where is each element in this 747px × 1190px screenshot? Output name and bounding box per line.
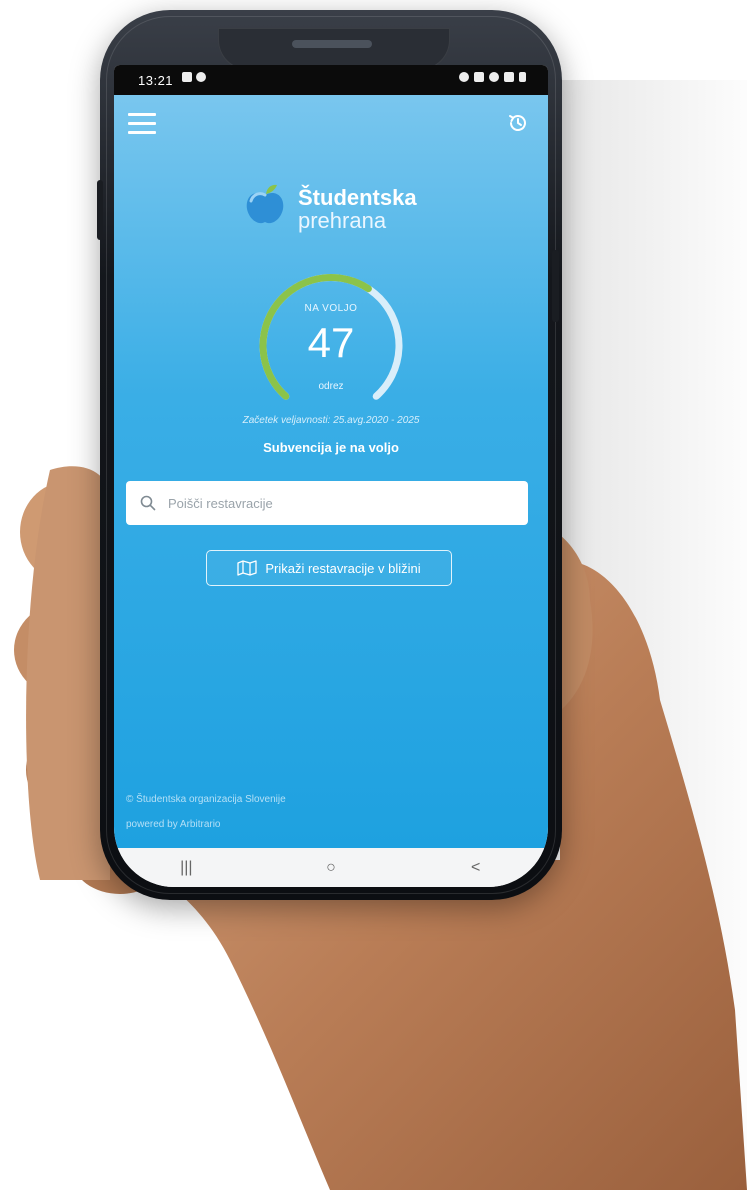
logo-text-line2: prehrana xyxy=(298,208,387,233)
hamburger-menu-icon[interactable] xyxy=(128,113,156,135)
show-nearby-label: Prikaži restavracije v bližini xyxy=(265,560,421,576)
validity-date-text: Začetek veljavnosti: 25.avg.2020 - 2025 xyxy=(242,415,420,426)
gallery-notification-icon xyxy=(182,72,192,82)
history-icon[interactable] xyxy=(506,111,530,135)
android-nav-bar: ||| ○ < xyxy=(114,848,548,887)
footer-powered-by: powered by Arbitrario xyxy=(126,819,221,830)
back-button[interactable]: < xyxy=(456,853,496,883)
apple-logo-icon xyxy=(246,184,284,224)
footer-copyright: © Študentska organizacija Slovenije xyxy=(126,794,286,805)
map-icon xyxy=(237,560,257,576)
gauge-value: 47 xyxy=(307,319,355,366)
status-time: 13:21 xyxy=(138,73,174,88)
power-button xyxy=(552,250,559,322)
recents-button[interactable]: ||| xyxy=(166,853,206,883)
phone-screen: 13:21 Študentska prehrana NA VOLJO 47 od… xyxy=(114,65,548,887)
signal-icon xyxy=(504,72,514,82)
alarm-icon xyxy=(459,72,469,82)
remaining-meals-gauge: NA VOLJO 47 odrez xyxy=(251,267,411,427)
phone-notch xyxy=(218,28,450,70)
show-nearby-restaurants-button[interactable]: Prikaži restavracije v bližini xyxy=(206,550,452,586)
earpiece-speaker xyxy=(292,40,372,48)
gauge-unit: odrez xyxy=(318,381,344,392)
network-icon xyxy=(474,72,484,82)
volume-button xyxy=(97,180,103,240)
status-bar: 13:21 xyxy=(114,65,548,95)
app-notification-icon xyxy=(196,72,206,82)
search-bar[interactable] xyxy=(126,481,528,525)
app-main: Študentska prehrana NA VOLJO 47 odrez Za… xyxy=(114,95,548,848)
battery-icon xyxy=(519,72,526,82)
wifi-icon xyxy=(489,72,499,82)
app-logo: Študentska prehrana xyxy=(242,175,442,235)
home-button[interactable]: ○ xyxy=(311,853,351,883)
search-icon xyxy=(140,495,156,511)
gauge-label-available: NA VOLJO xyxy=(304,303,358,314)
subsidy-status-text: Subvencija je na voljo xyxy=(263,440,399,455)
search-input[interactable] xyxy=(166,494,490,512)
